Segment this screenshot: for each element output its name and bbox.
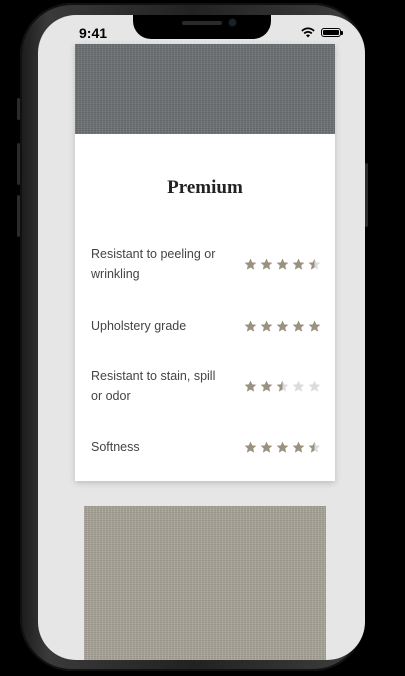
star-icon (276, 320, 289, 333)
star-icon (292, 258, 305, 271)
star-icon (276, 380, 289, 393)
fabric-card: Premium Resistant to peeling or wrinklin… (75, 44, 335, 481)
star-rating (244, 258, 321, 271)
star-icon (260, 320, 273, 333)
attribute-label: Resistant to peeling or wrinkling (91, 247, 216, 281)
star-icon (244, 320, 257, 333)
star-icon (292, 380, 305, 393)
star-rating (244, 441, 321, 454)
attribute-row: Resistant to stain, spill or odor (91, 366, 321, 406)
star-icon (244, 258, 257, 271)
fabric-swatch-image (75, 44, 335, 134)
attribute-row: Resistant to peeling or wrinkling (91, 244, 321, 284)
attribute-label: Resistant to stain, spill or odor (91, 369, 216, 403)
volume-down-button (17, 195, 20, 237)
star-icon (292, 441, 305, 454)
star-icon (308, 380, 321, 393)
card-title: Premium (167, 177, 243, 198)
star-rating (244, 380, 321, 393)
front-camera (229, 19, 236, 26)
battery-icon (321, 28, 343, 37)
status-time: 9:41 (79, 25, 108, 41)
star-icon (276, 258, 289, 271)
star-icon (260, 380, 273, 393)
star-icon (308, 441, 321, 454)
star-rating (244, 320, 321, 333)
star-icon (292, 320, 305, 333)
fabric-swatch-image-next (84, 506, 326, 660)
volume-up-button (17, 143, 20, 185)
silent-switch (17, 98, 20, 120)
star-icon (276, 441, 289, 454)
star-icon (244, 380, 257, 393)
status-icons (301, 27, 343, 38)
notch (133, 15, 271, 39)
attribute-row: Upholstery grade (91, 316, 321, 336)
star-icon (260, 441, 273, 454)
star-icon (260, 258, 273, 271)
attribute-label: Softness (91, 440, 140, 454)
speaker-grille (182, 21, 222, 25)
star-icon (308, 258, 321, 271)
phone-screen: 9:41 Premium Resistant to peeling or wri… (38, 15, 365, 660)
wifi-icon (301, 27, 315, 38)
power-button (365, 163, 368, 227)
star-icon (308, 320, 321, 333)
star-icon (244, 441, 257, 454)
attribute-row: Softness (91, 437, 321, 457)
attribute-label: Upholstery grade (91, 319, 187, 333)
